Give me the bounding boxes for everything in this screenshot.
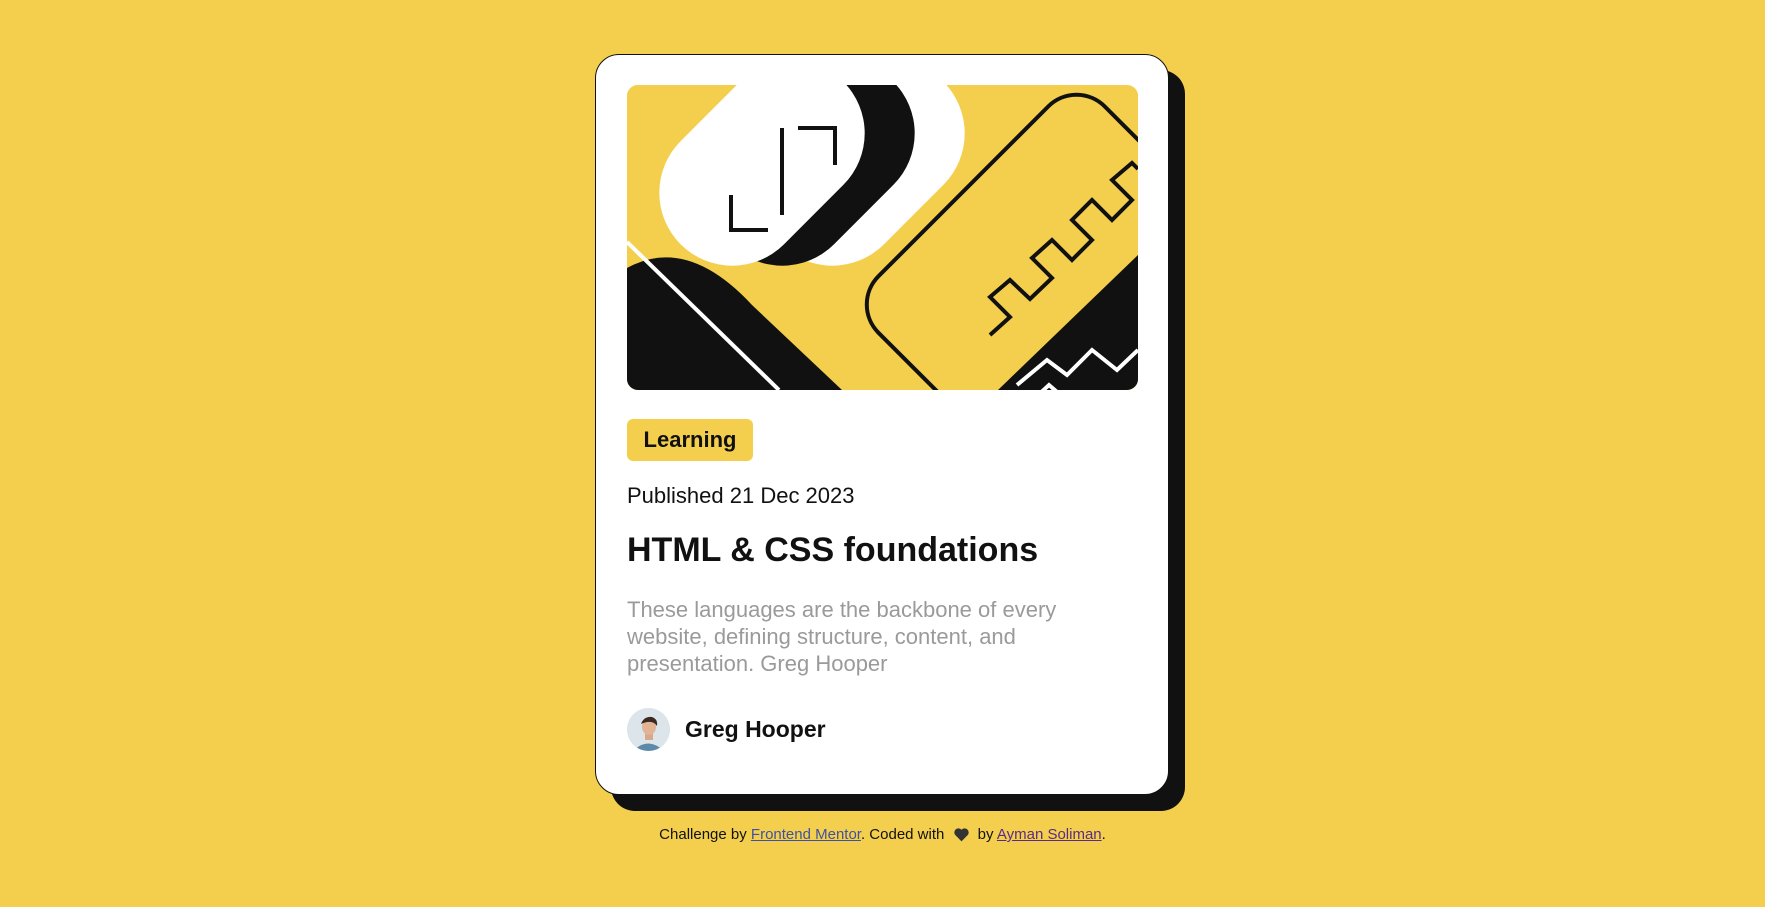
- heart-icon: [953, 827, 970, 846]
- avatar-image: [627, 708, 670, 751]
- published-date: Published 21 Dec 2023: [627, 483, 855, 508]
- card-description: These languages are the backbone of ever…: [627, 597, 1057, 676]
- author-link[interactable]: Ayman Soliman: [997, 826, 1102, 843]
- frontend-mentor-link[interactable]: Frontend Mentor: [751, 826, 861, 843]
- hero-illustration-svg: [627, 85, 1138, 390]
- attribution-suffix: .: [1101, 826, 1106, 843]
- blog-preview-card: Learning Published 21 Dec 2023 HTML & CS…: [595, 54, 1169, 795]
- attribution-prefix: Challenge by: [659, 826, 751, 843]
- author-name: Greg Hooper: [685, 716, 826, 742]
- attribution-middle: . Coded with: [860, 826, 949, 843]
- card-title[interactable]: HTML & CSS foundations: [627, 531, 1038, 570]
- hero-illustration: [627, 85, 1138, 390]
- author-info: Greg Hooper: [627, 708, 826, 751]
- attribution-footer: Challenge by Frontend Mentor. Coded with…: [0, 826, 1765, 846]
- author-avatar: [627, 708, 670, 751]
- attribution-by: by: [973, 826, 997, 843]
- category-tag: Learning: [627, 419, 753, 461]
